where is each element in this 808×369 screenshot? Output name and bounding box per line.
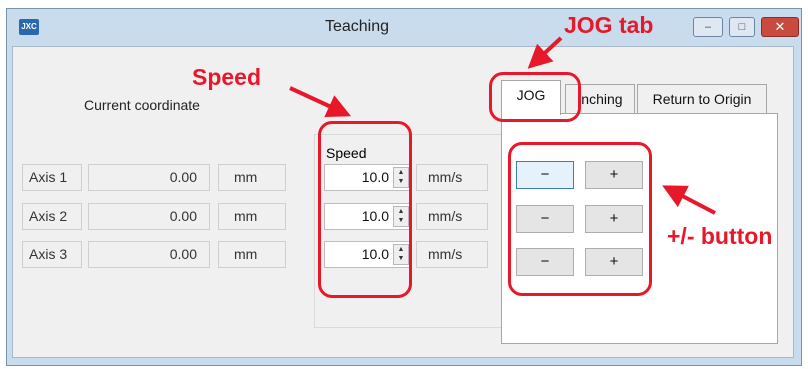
tab-jog[interactable]: JOG	[501, 80, 561, 115]
jog-tab-arrow	[527, 36, 563, 69]
speed-arrow	[289, 86, 352, 118]
annotation-arrows	[289, 36, 716, 215]
button-arrow	[662, 185, 716, 215]
